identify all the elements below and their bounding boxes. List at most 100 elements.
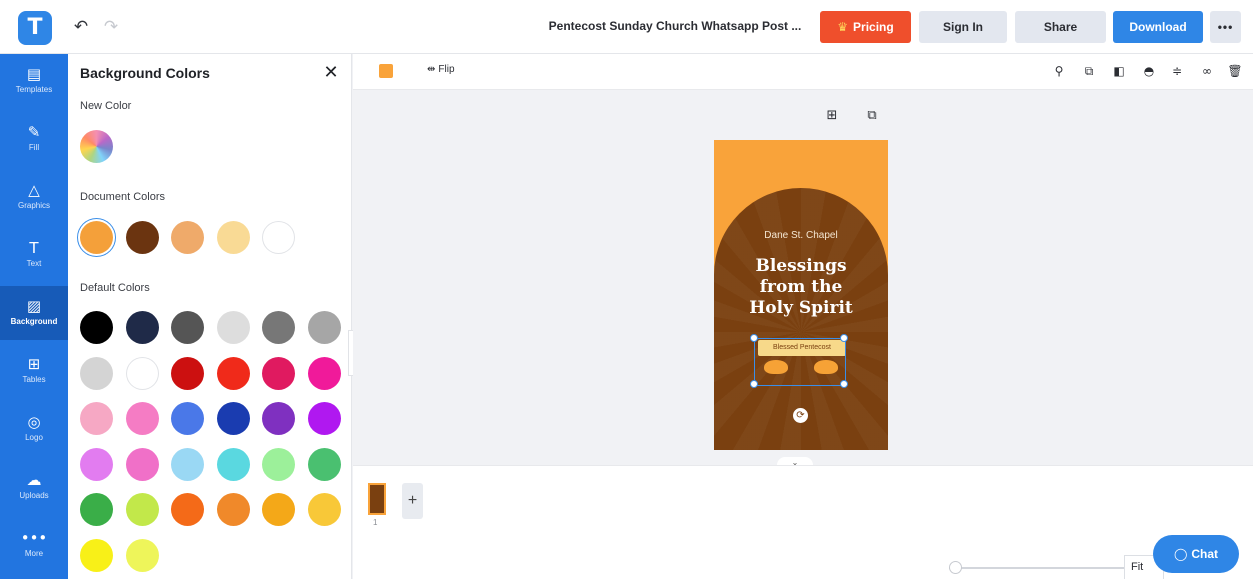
fill-color-button[interactable] — [379, 64, 393, 78]
color-swatch[interactable] — [80, 447, 113, 481]
shapes-icon: △ — [28, 181, 40, 199]
color-swatch[interactable] — [125, 493, 159, 526]
color-swatch[interactable] — [262, 221, 295, 254]
layer-icon[interactable]: ◧ — [1110, 62, 1128, 80]
selection-box[interactable] — [750, 334, 848, 388]
download-button[interactable]: Download — [1113, 11, 1203, 43]
color-swatch[interactable] — [171, 447, 204, 481]
delete-icon[interactable]: 🗑 — [1226, 62, 1244, 80]
sidebar-item-background[interactable]: ▨ Background — [0, 286, 68, 340]
templates-icon: ▤ — [26, 65, 42, 83]
align-icon[interactable]: ≑ — [1168, 62, 1186, 80]
background-colors-panel: Background Colors ✕ New Color Document C… — [68, 54, 352, 579]
rotate-icon[interactable]: ⟳ — [793, 408, 808, 423]
color-swatch[interactable] — [216, 356, 250, 390]
close-icon[interactable]: ✕ — [320, 62, 342, 84]
color-swatch[interactable] — [262, 493, 295, 526]
color-swatch[interactable] — [216, 311, 250, 344]
color-swatch[interactable] — [262, 447, 295, 481]
sidebar-item-uploads[interactable]: ☁ Uploads — [0, 460, 68, 514]
share-button[interactable]: Share — [1015, 11, 1106, 43]
app-logo[interactable]: T — [18, 11, 52, 45]
color-swatch[interactable] — [80, 402, 113, 435]
sidebar-item-templates[interactable]: ▤ Templates — [0, 54, 68, 108]
color-swatch[interactable] — [125, 356, 159, 390]
sidebar-item-label: Uploads — [19, 491, 49, 500]
headline-line-1[interactable]: Blessings — [714, 256, 888, 277]
color-swatch[interactable] — [262, 402, 295, 435]
color-swatch[interactable] — [216, 221, 250, 254]
color-swatch[interactable] — [307, 402, 341, 435]
link-icon[interactable]: ∞ — [1198, 62, 1216, 80]
page-thumbnail[interactable] — [368, 483, 386, 515]
color-swatch[interactable] — [262, 311, 295, 344]
pricing-button[interactable]: ♛ Pricing — [820, 11, 911, 43]
color-swatch[interactable] — [307, 311, 341, 344]
logo-icon: ◎ — [27, 413, 41, 431]
color-swatch[interactable] — [262, 356, 295, 390]
resize-handle[interactable] — [750, 334, 758, 342]
copy-page-icon[interactable]: ⧉ — [863, 107, 881, 125]
zoom-slider-track[interactable] — [949, 567, 1129, 569]
headline-line-2[interactable]: from the — [714, 277, 888, 298]
flip-label: Flip — [438, 64, 455, 75]
color-swatch[interactable] — [80, 221, 113, 254]
sidebar-item-text[interactable]: T Text — [0, 228, 68, 282]
sidebar-item-tables[interactable]: ⊞ Tables — [0, 344, 68, 398]
resize-handle[interactable] — [840, 380, 848, 388]
new-color-label: New Color — [80, 100, 132, 112]
color-swatch[interactable] — [80, 356, 113, 390]
add-page-icon[interactable]: ⊞ — [823, 107, 841, 125]
color-swatch[interactable] — [125, 311, 159, 344]
color-swatch[interactable] — [307, 493, 341, 526]
text-icon: T — [29, 239, 39, 257]
background-icon: ▨ — [26, 297, 42, 315]
paint-format-icon[interactable]: ⚲ — [1050, 62, 1068, 80]
opacity-icon[interactable]: ◓ — [1140, 62, 1158, 80]
sidebar-item-logo[interactable]: ◎ Logo — [0, 402, 68, 456]
add-page-button[interactable]: + — [402, 483, 423, 519]
color-swatch[interactable] — [307, 356, 341, 390]
color-swatch[interactable] — [171, 356, 204, 390]
color-swatch[interactable] — [171, 402, 204, 435]
flip-icon: ⇹ — [427, 64, 436, 75]
canvas-area: ⊞ ⧉ Dane St. Chapel Blessings from the H… — [353, 90, 1253, 469]
sidebar-item-more[interactable]: ••• More — [0, 518, 68, 572]
chapel-name-text[interactable]: Dane St. Chapel — [714, 230, 888, 241]
color-swatch[interactable] — [216, 493, 250, 526]
element-toolbar: ⇹ Flip ⚲ ⧉ ◧ ◓ ≑ ∞ 🗑 — [353, 54, 1253, 90]
redo-icon[interactable]: ↷ — [100, 16, 122, 38]
new-color-picker[interactable] — [80, 130, 113, 163]
zoom-slider-thumb[interactable] — [948, 561, 962, 574]
document-colors-label: Document Colors — [80, 191, 165, 203]
color-swatch[interactable] — [171, 493, 204, 526]
color-swatch[interactable] — [171, 311, 204, 344]
design-page[interactable]: Dane St. Chapel Blessings from the Holy … — [714, 140, 888, 450]
color-swatch[interactable] — [216, 402, 250, 435]
color-swatch[interactable] — [307, 447, 341, 481]
color-swatch[interactable] — [216, 447, 250, 481]
document-title[interactable]: Pentecost Sunday Church Whatsapp Post ..… — [540, 19, 810, 33]
sidebar-item-graphics[interactable]: △ Graphics — [0, 170, 68, 224]
headline-line-3[interactable]: Holy Spirit — [714, 298, 888, 319]
color-swatch[interactable] — [80, 311, 113, 344]
color-swatch[interactable] — [80, 493, 113, 526]
undo-icon[interactable]: ↶ — [70, 16, 92, 38]
sidebar-item-fill[interactable]: ✎ Fill — [0, 112, 68, 166]
color-swatch[interactable] — [125, 221, 159, 254]
color-swatch[interactable] — [125, 402, 159, 435]
panel-title: Background Colors — [80, 65, 210, 81]
duplicate-icon[interactable]: ⧉ — [1080, 62, 1098, 80]
resize-handle[interactable] — [840, 334, 848, 342]
color-swatch[interactable] — [80, 538, 113, 572]
sign-in-button[interactable]: Sign In — [919, 11, 1007, 43]
more-options-button[interactable]: ••• — [1210, 11, 1241, 43]
chat-button[interactable]: ◯ Chat — [1153, 535, 1239, 573]
sidebar-item-label: Fill — [28, 143, 40, 152]
pages-strip: 1 + Fit ◯ Chat — [353, 465, 1253, 579]
color-swatch[interactable] — [125, 447, 159, 481]
color-swatch[interactable] — [171, 221, 204, 254]
flip-button[interactable]: ⇹ Flip — [427, 64, 455, 75]
resize-handle[interactable] — [750, 380, 758, 388]
color-swatch[interactable] — [125, 538, 159, 572]
